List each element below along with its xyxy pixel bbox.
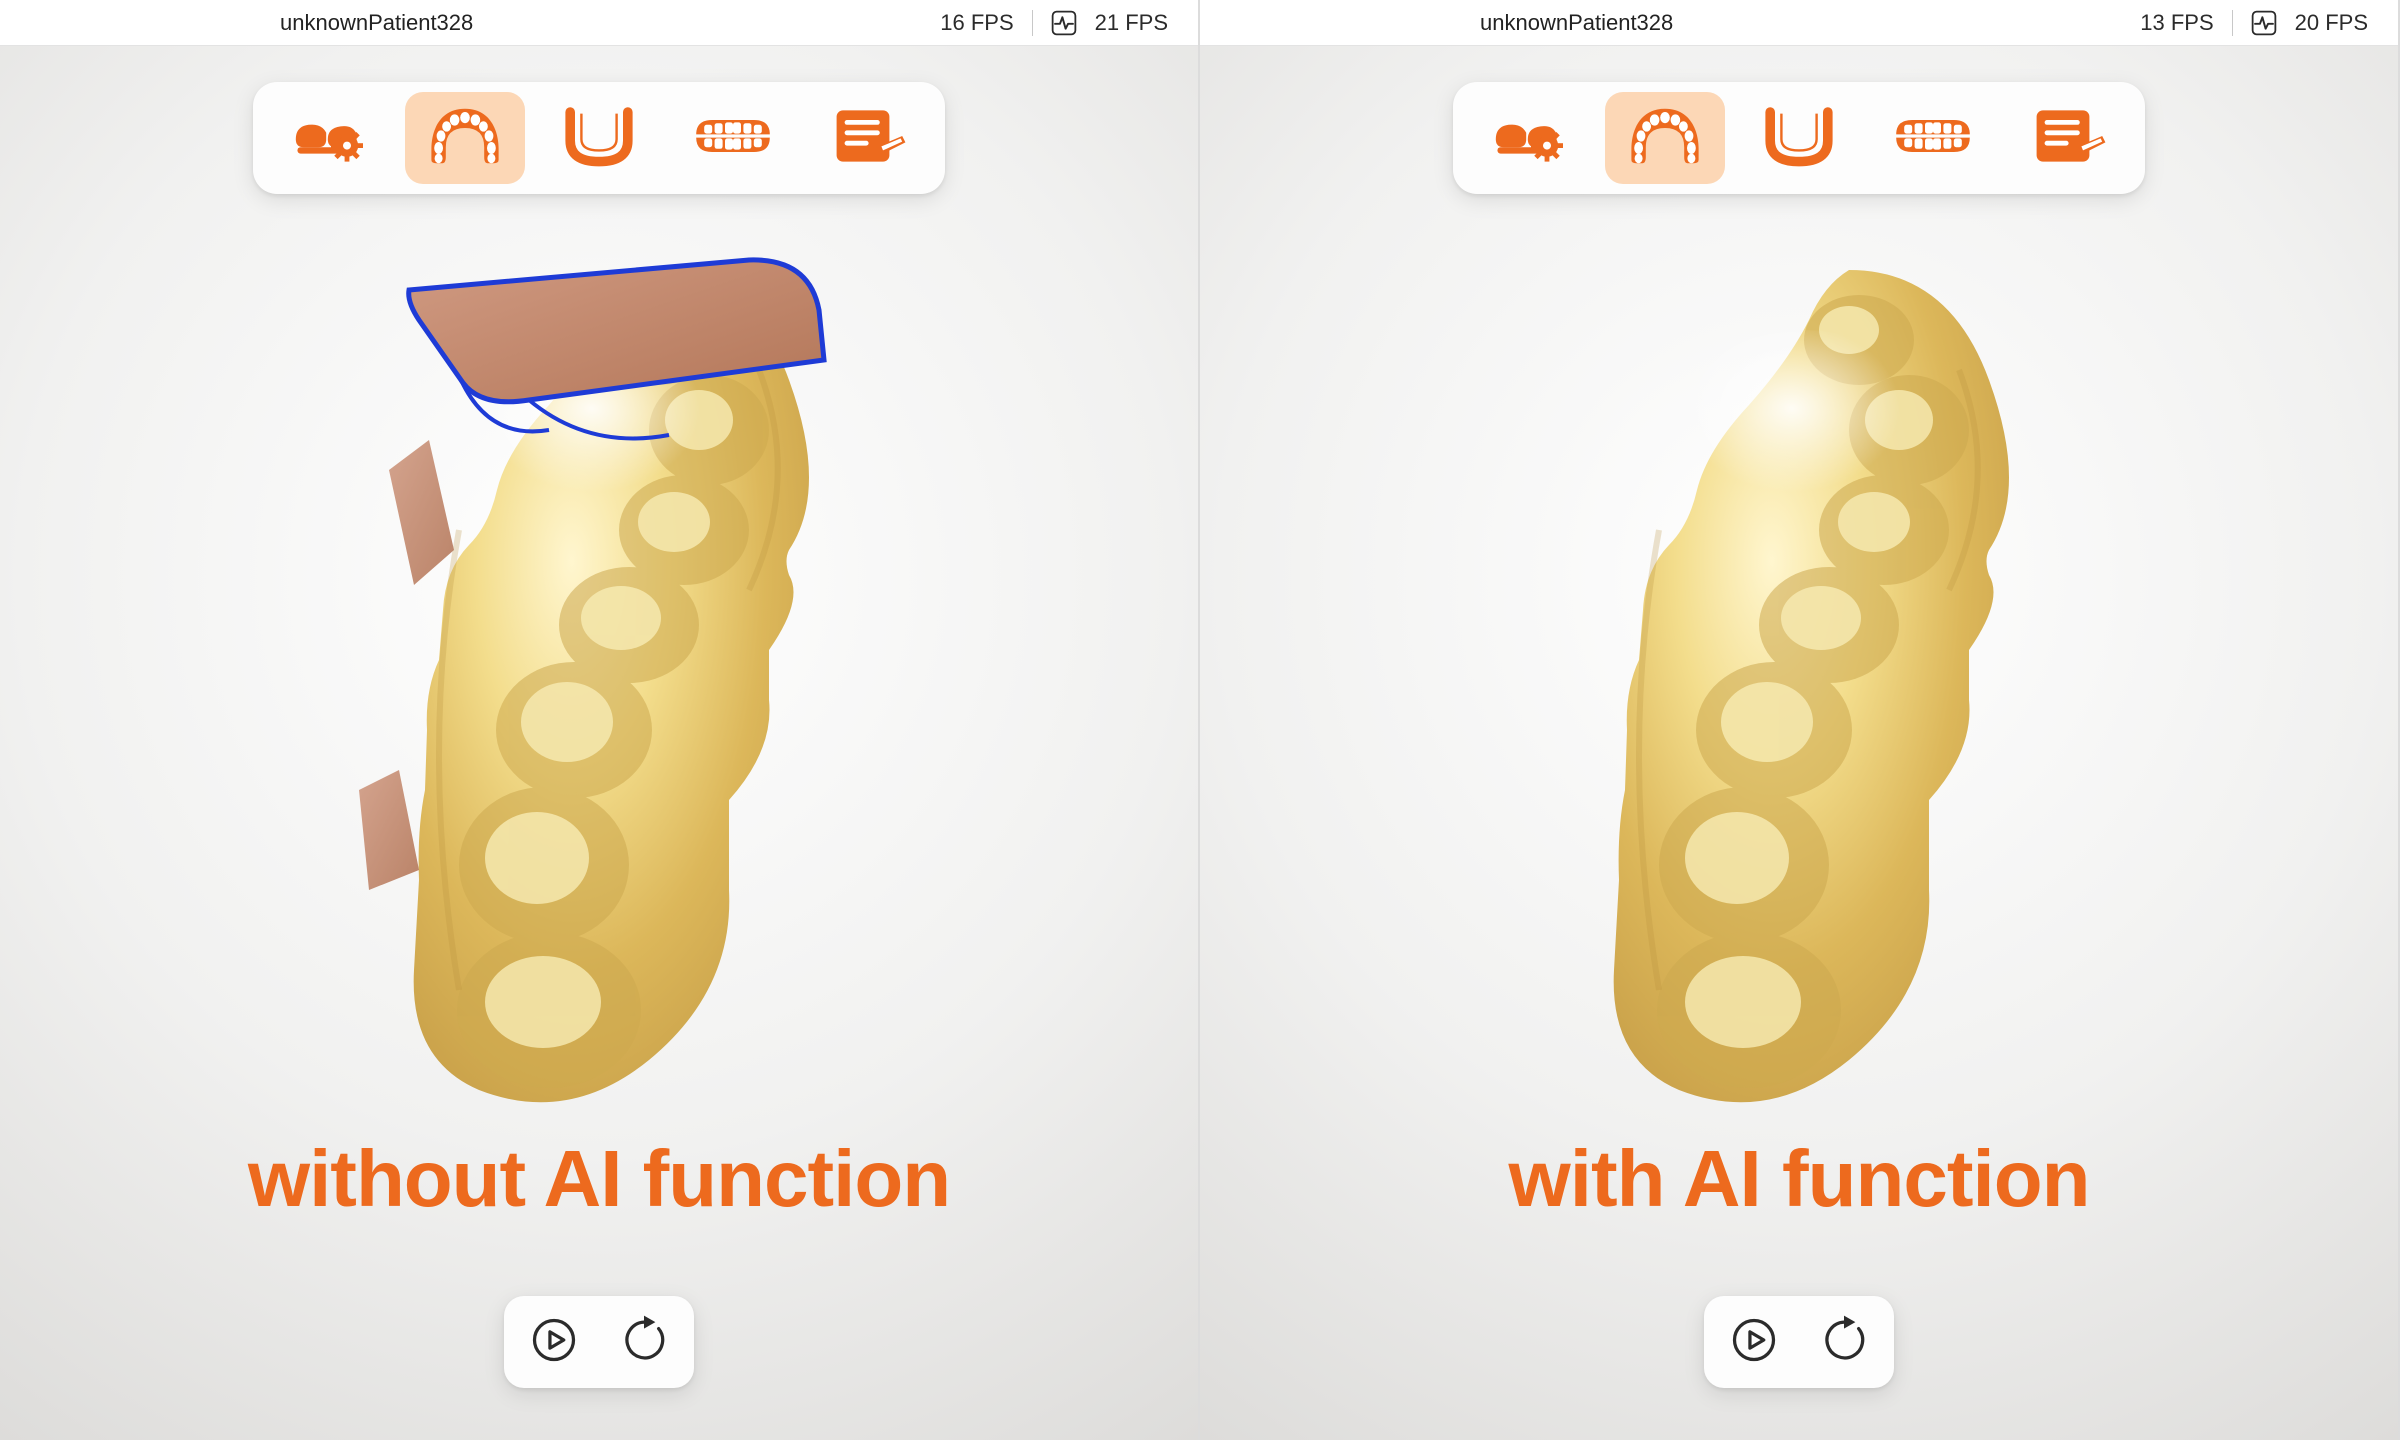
fps-primary: 16 FPS [940, 10, 1013, 36]
reset-button[interactable] [1806, 1304, 1882, 1380]
fps-block: 13 FPS 20 FPS [2140, 10, 2368, 36]
play-button[interactable] [1716, 1304, 1792, 1380]
upper-arch-icon [425, 103, 505, 174]
header-bar: unknownPatient328 13 FPS 20 FPS [1200, 0, 2398, 46]
upper-arch-button[interactable] [1605, 92, 1725, 184]
left-panel: unknownPatient328 16 FPS 21 FPS wit [0, 0, 1200, 1440]
fps-block: 16 FPS 21 FPS [940, 10, 1168, 36]
lower-arch-icon [1759, 103, 1839, 174]
header-bar: unknownPatient328 16 FPS 21 FPS [0, 0, 1198, 46]
separator [1032, 10, 1033, 36]
separator [2232, 10, 2233, 36]
play-icon [528, 1314, 580, 1371]
order-form-button[interactable] [807, 92, 927, 184]
bottom-controls [504, 1296, 694, 1388]
bite-button[interactable] [673, 92, 793, 184]
top-toolbar [253, 82, 945, 194]
upper-arch-button[interactable] [405, 92, 525, 184]
bottom-controls [1704, 1296, 1894, 1388]
reset-icon [618, 1314, 670, 1371]
play-icon [1728, 1314, 1780, 1371]
scan-setup-button[interactable] [1471, 92, 1591, 184]
bite-icon [1893, 103, 1973, 174]
scan-setup-icon [1491, 103, 1571, 174]
bite-icon [693, 103, 773, 174]
reset-icon [1818, 1314, 1870, 1371]
scan-setup-icon [291, 103, 371, 174]
patient-name: unknownPatient328 [1480, 10, 1673, 36]
right-panel: unknownPatient328 13 FPS 20 FPS with AI … [1200, 0, 2400, 1440]
fps-secondary: 21 FPS [1095, 10, 1168, 36]
activity-icon [2251, 10, 2277, 36]
fps-secondary: 20 FPS [2295, 10, 2368, 36]
scan-setup-button[interactable] [271, 92, 391, 184]
lower-arch-button[interactable] [1739, 92, 1859, 184]
reset-button[interactable] [606, 1304, 682, 1380]
bite-button[interactable] [1873, 92, 1993, 184]
upper-arch-icon [1625, 103, 1705, 174]
caption: with AI function [1200, 1133, 2398, 1225]
top-toolbar [1453, 82, 2145, 194]
lower-arch-icon [559, 103, 639, 174]
activity-icon [1051, 10, 1077, 36]
scan-viewport [1429, 230, 2169, 1170]
play-button[interactable] [516, 1304, 592, 1380]
fps-primary: 13 FPS [2140, 10, 2213, 36]
lower-arch-button[interactable] [539, 92, 659, 184]
scan-viewport [229, 230, 969, 1170]
order-form-button[interactable] [2007, 92, 2127, 184]
order-form-icon [827, 103, 907, 174]
caption: without AI function [0, 1133, 1198, 1225]
patient-name: unknownPatient328 [280, 10, 473, 36]
order-form-icon [2027, 103, 2107, 174]
